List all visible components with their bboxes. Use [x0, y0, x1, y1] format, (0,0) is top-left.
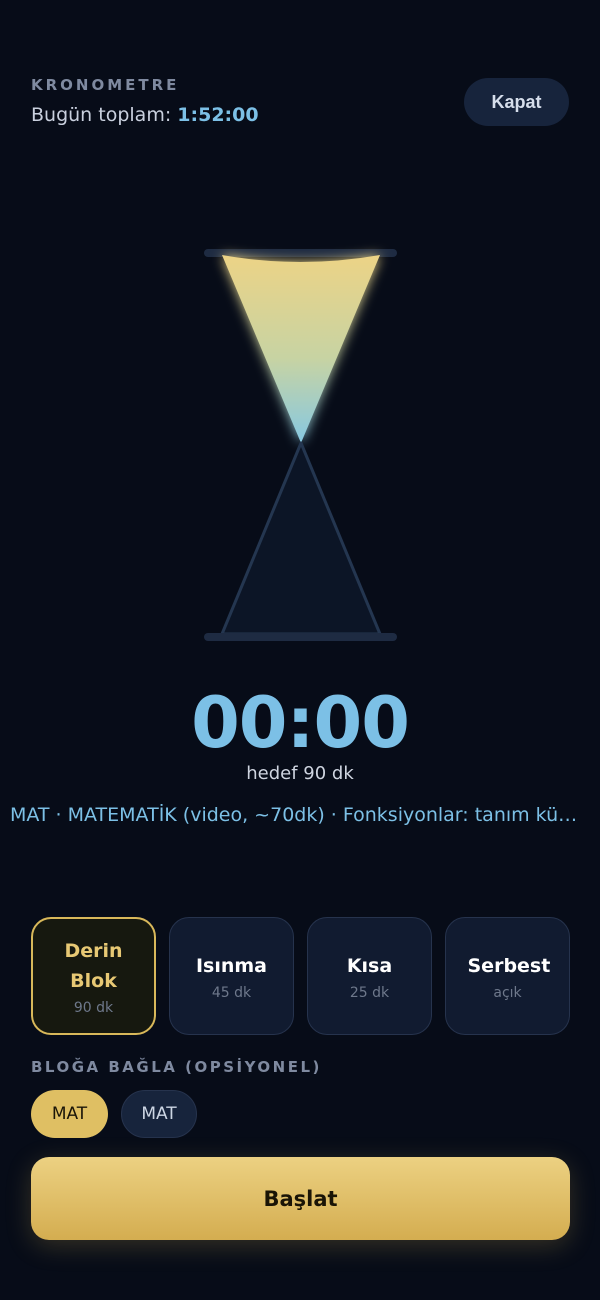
mode-selector: Derin Blok 90 dk Isınma 45 dk Kısa 25 dk…	[31, 917, 570, 1035]
block-chip-selected[interactable]: MAT	[31, 1090, 108, 1138]
timer-target: hedef 90 dk	[246, 763, 354, 784]
hourglass-bottom-cap	[204, 633, 397, 641]
block-chip[interactable]: MAT	[121, 1090, 197, 1138]
mode-duration: açık	[493, 985, 522, 1001]
mode-card-free[interactable]: Serbest açık	[445, 917, 570, 1035]
start-button[interactable]: Başlat	[31, 1157, 570, 1240]
mode-duration: 45 dk	[211, 985, 252, 1001]
link-block-label: BLOĞA BAĞLA (OPSİYONEL)	[31, 1058, 322, 1076]
mode-name: Kısa	[346, 955, 393, 977]
today-total: Bugün toplam: 1:52:00	[31, 104, 259, 126]
hourglass-bottom-bulb	[220, 441, 382, 636]
mode-duration: 25 dk	[349, 985, 390, 1001]
screen-eyebrow: KRONOMETRE	[31, 76, 180, 94]
mode-card-deep-block[interactable]: Derin Blok 90 dk	[31, 917, 156, 1035]
mode-name: Isınma	[195, 955, 268, 977]
hourglass-top-sand	[222, 255, 380, 443]
mode-duration: 90 dk	[73, 1000, 114, 1016]
mode-name: Serbest	[467, 955, 551, 977]
today-total-value: 1:52:00	[177, 104, 259, 126]
block-chips: MAT MAT	[31, 1090, 197, 1138]
close-button[interactable]: Kapat	[464, 78, 569, 126]
hourglass-icon	[204, 249, 397, 641]
timer-display: 00:00	[191, 682, 410, 764]
linked-task: MAT · MATEMATİK (video, ~70dk) · Fonksiy…	[10, 804, 585, 826]
mode-name: Derin Blok	[64, 940, 123, 992]
stopwatch-screen: KRONOMETRE Bugün toplam: 1:52:00 Kapat 0…	[0, 0, 600, 1300]
mode-card-short[interactable]: Kısa 25 dk	[307, 917, 432, 1035]
today-total-label: Bugün toplam:	[31, 104, 172, 126]
hourglass-top-cap	[204, 249, 397, 257]
mode-card-warmup[interactable]: Isınma 45 dk	[169, 917, 294, 1035]
